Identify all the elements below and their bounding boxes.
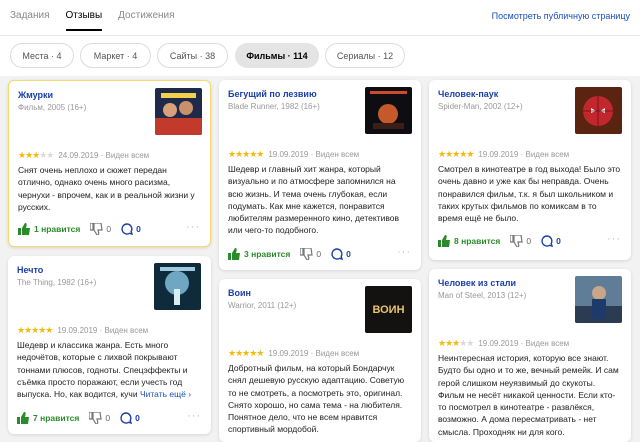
review-date: 19.09.2019 · Виден всем: [57, 326, 149, 335]
review-title[interactable]: Нечто: [17, 265, 43, 275]
more-options-icon[interactable]: ···: [187, 410, 201, 422]
review-date: 19.09.2019 · Виден всем: [478, 150, 570, 159]
tab-reviews[interactable]: Отзывы: [65, 10, 103, 31]
more-options-icon[interactable]: ···: [186, 221, 200, 233]
star-rating: ★★★★★: [228, 348, 264, 358]
spider-man-poster[interactable]: [575, 87, 622, 134]
star-rating: ★★★★★: [438, 149, 474, 159]
thumbs-down-icon: [89, 412, 103, 424]
the-thing-poster[interactable]: [154, 263, 201, 310]
like-button[interactable]: 8 нравится: [438, 235, 500, 247]
thumbs-down-icon: [300, 248, 314, 260]
filter-sites[interactable]: Сайты · 38: [157, 43, 228, 68]
review-subtitle: Spider-Man, 2002 (12+): [438, 102, 523, 111]
thumbs-down-icon: [90, 223, 104, 235]
warrior-poster[interactable]: ВОИН: [365, 286, 412, 333]
like-button[interactable]: 1 нравится: [18, 223, 80, 235]
review-date: 19.09.2019 · Виден всем: [268, 349, 360, 358]
review-card[interactable]: Воин Warrior, 2011 (12+) ВОИН ★★★★★ 19.0…: [219, 279, 421, 442]
public-page-link[interactable]: Посмотреть публичную страницу: [492, 11, 630, 21]
star-rating: ★★★★★: [228, 149, 264, 159]
dislike-button[interactable]: 0: [300, 248, 321, 260]
review-card[interactable]: Нечто The Thing, 1982 (16+) ★★★★★ 19.09.…: [8, 256, 211, 434]
review-text: Неинтересная история, которую все знают.…: [438, 353, 619, 437]
review-actions: 7 нравится 0 0: [17, 412, 140, 424]
filter-places[interactable]: Места · 4: [10, 43, 74, 68]
like-button[interactable]: 3 нравится: [228, 248, 290, 260]
review-rating: ★★★★★ 24.09.2019 · Виден всем: [18, 150, 149, 161]
comment-icon: [120, 412, 133, 424]
zhmurki-poster[interactable]: [155, 88, 202, 135]
review-date: 19.09.2019 · Виден всем: [478, 339, 570, 348]
comments-button[interactable]: 0: [120, 412, 140, 424]
review-card[interactable]: Человек из стали Man of Steel, 2013 (12+…: [429, 269, 631, 442]
review-text: Смотрел в кинотеатре в год выхода! Было …: [438, 164, 621, 224]
like-button[interactable]: 7 нравится: [17, 412, 79, 424]
category-filters: Места · 4 Маркет · 4 Сайты · 38 Фильмы ·…: [0, 36, 640, 76]
more-options-icon[interactable]: ···: [397, 246, 411, 258]
thumbs-down-icon: [510, 235, 524, 247]
review-title[interactable]: Бегущий по лезвию: [228, 89, 317, 99]
review-rating: ★★★★★ 19.09.2019 · Виден всем: [438, 149, 569, 160]
review-actions: 8 нравится 0 0: [438, 235, 561, 247]
review-date: 19.09.2019 · Виден всем: [268, 150, 360, 159]
review-text: Шедевр и главный хит жанра, который визу…: [228, 164, 400, 236]
comment-icon: [331, 248, 344, 260]
review-actions: 3 нравится 0 0: [228, 248, 351, 260]
review-subtitle: Man of Steel, 2013 (12+): [438, 291, 527, 300]
review-subtitle: Warrior, 2011 (12+): [228, 301, 297, 310]
review-card[interactable]: Человек-паук Spider-Man, 2002 (12+) ★★★★…: [429, 80, 631, 260]
review-title[interactable]: Человек-паук: [438, 89, 498, 99]
profile-tabs: Задания Отзывы Достижения: [10, 10, 175, 31]
filter-series[interactable]: Сериалы · 12: [325, 43, 405, 68]
review-text: Шедевр и классика жанра. Есть много недо…: [17, 340, 192, 400]
thumbs-up-icon: [17, 412, 29, 424]
review-card[interactable]: Жмурки Фильм, 2005 (16+) ★★★★★ 24.09.201…: [8, 80, 211, 247]
review-subtitle: The Thing, 1982 (16+): [17, 278, 97, 287]
review-actions: 1 нравится 0 0: [18, 223, 141, 235]
review-rating: ★★★★★ 19.09.2019 · Виден всем: [228, 348, 359, 359]
comments-button[interactable]: 0: [121, 223, 141, 235]
dislike-button[interactable]: 0: [510, 235, 531, 247]
blade-runner-poster[interactable]: [365, 87, 412, 134]
star-rating: ★★★★★: [17, 325, 53, 335]
review-subtitle: Blade Runner, 1982 (16+): [228, 102, 320, 111]
dislike-button[interactable]: 0: [90, 223, 111, 235]
review-date: 24.09.2019 · Виден всем: [58, 151, 150, 160]
tab-achievements[interactable]: Достижения: [118, 10, 174, 31]
review-rating: ★★★★★ 19.09.2019 · Виден всем: [17, 325, 148, 336]
dislike-button[interactable]: 0: [89, 412, 110, 424]
review-card[interactable]: Бегущий по лезвию Blade Runner, 1982 (16…: [219, 80, 421, 270]
star-rating: ★★★★★: [18, 150, 54, 160]
comment-icon: [541, 235, 554, 247]
thumbs-up-icon: [18, 223, 30, 235]
filter-market[interactable]: Маркет · 4: [80, 43, 151, 68]
man-of-steel-poster[interactable]: [575, 276, 622, 323]
read-more-link[interactable]: Читать ещё ›: [140, 389, 191, 399]
more-options-icon[interactable]: ···: [607, 233, 621, 245]
review-rating: ★★★★★ 19.09.2019 · Виден всем: [228, 149, 359, 160]
top-bar: Задания Отзывы Достижения Посмотреть пуб…: [0, 0, 640, 36]
filter-films[interactable]: Фильмы · 114: [235, 43, 319, 68]
star-rating: ★★★★★: [438, 338, 474, 348]
comment-icon: [121, 223, 134, 235]
review-rating: ★★★★★ 19.09.2019 · Виден всем: [438, 338, 569, 349]
review-text: Снят очень неплохо и сюжет передан отлич…: [18, 165, 195, 212]
review-title[interactable]: Человек из стали: [438, 278, 516, 288]
thumbs-up-icon: [228, 248, 240, 260]
thumbs-up-icon: [438, 235, 450, 247]
review-text: Добротный фильм, на который Бондарчук сн…: [228, 363, 405, 435]
comments-button[interactable]: 0: [331, 248, 351, 260]
review-subtitle: Фильм, 2005 (16+): [18, 103, 87, 112]
review-title[interactable]: Воин: [228, 288, 251, 298]
review-title[interactable]: Жмурки: [18, 90, 53, 100]
comments-button[interactable]: 0: [541, 235, 561, 247]
tab-tasks[interactable]: Задания: [10, 10, 50, 31]
